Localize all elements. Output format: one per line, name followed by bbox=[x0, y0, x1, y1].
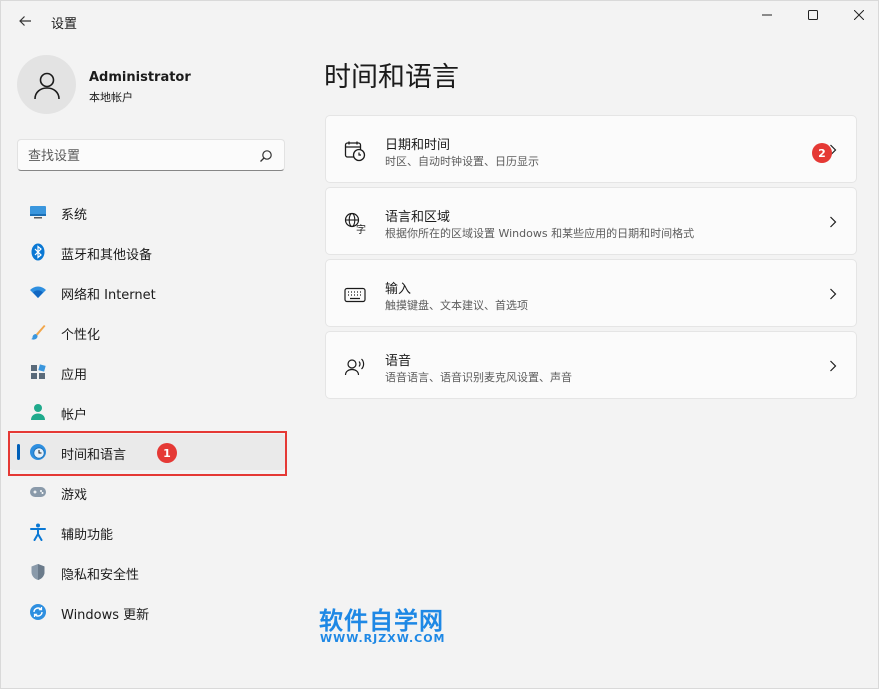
maximize-icon bbox=[808, 10, 818, 20]
annotation-badge-1: 1 bbox=[157, 443, 177, 463]
sidebar-item-label: 游戏 bbox=[61, 488, 88, 503]
brush-icon bbox=[29, 323, 47, 341]
sidebar-item-windows-update[interactable]: Windows 更新 bbox=[9, 594, 285, 630]
sidebar-item-apps[interactable]: 应用 bbox=[9, 354, 285, 390]
card-title: 日期和时间 bbox=[385, 138, 451, 153]
wifi-icon bbox=[29, 283, 47, 301]
card-title: 语言和区域 bbox=[385, 210, 451, 225]
card-description: 语音语言、语音识别麦克风设置、声音 bbox=[385, 371, 572, 384]
card-title: 输入 bbox=[385, 282, 412, 297]
card-description: 时区、自动时钟设置、日历显示 bbox=[385, 155, 539, 168]
card-description: 根据你所在的区域设置 Windows 和某些应用的日期和时间格式 bbox=[385, 227, 695, 240]
close-icon bbox=[854, 10, 864, 20]
watermark-url: WWW.RJZXW.COM bbox=[320, 632, 446, 645]
sidebar-item-accounts[interactable]: 帐户 bbox=[9, 394, 285, 430]
minimize-button[interactable] bbox=[744, 1, 790, 29]
sidebar-item-system[interactable]: 系统 bbox=[9, 194, 285, 230]
chevron-right-icon bbox=[828, 214, 838, 230]
sidebar-item-label: 蓝牙和其他设备 bbox=[61, 248, 153, 263]
maximize-button[interactable] bbox=[790, 1, 836, 29]
page-title: 时间和语言 bbox=[324, 62, 459, 93]
annotation-highlight-box bbox=[8, 431, 287, 476]
search-box[interactable] bbox=[17, 139, 285, 171]
sidebar-item-gaming[interactable]: 游戏 bbox=[9, 474, 285, 510]
speech-icon bbox=[344, 356, 366, 378]
shield-icon bbox=[29, 563, 47, 581]
card-speech[interactable]: 语音 语音语言、语音识别麦克风设置、声音 bbox=[325, 331, 857, 399]
card-typing[interactable]: 输入 触摸键盘、文本建议、首选项 bbox=[325, 259, 857, 327]
language-icon: 字 bbox=[344, 212, 366, 234]
system-icon bbox=[29, 203, 47, 221]
apps-icon bbox=[29, 363, 47, 381]
sidebar-item-bluetooth[interactable]: 蓝牙和其他设备 bbox=[9, 234, 285, 270]
calendar-clock-icon bbox=[344, 140, 366, 162]
sidebar-item-label: 网络和 Internet bbox=[61, 288, 156, 303]
sidebar-item-label: 帐户 bbox=[61, 408, 88, 423]
chevron-right-icon bbox=[828, 286, 838, 302]
sidebar-item-label: 应用 bbox=[61, 368, 88, 383]
back-button[interactable] bbox=[13, 9, 37, 33]
sidebar-item-label: 系统 bbox=[61, 208, 88, 223]
minimize-icon bbox=[762, 14, 772, 16]
avatar[interactable] bbox=[17, 55, 76, 114]
bluetooth-icon bbox=[29, 243, 47, 261]
card-description: 触摸键盘、文本建议、首选项 bbox=[385, 299, 528, 312]
sidebar-item-label: 辅助功能 bbox=[61, 528, 114, 543]
sidebar-item-label: 个性化 bbox=[61, 328, 101, 343]
sidebar-item-network[interactable]: 网络和 Internet bbox=[9, 274, 285, 310]
card-title: 语音 bbox=[385, 354, 412, 369]
keyboard-icon bbox=[344, 284, 366, 306]
accessibility-icon bbox=[29, 523, 47, 541]
gamepad-icon bbox=[29, 483, 47, 501]
sidebar-item-label: Windows 更新 bbox=[61, 608, 150, 623]
account-icon bbox=[29, 403, 47, 421]
svg-text:字: 字 bbox=[356, 223, 366, 234]
settings-window: 设置 Administrator 本地帐户 系统 bbox=[0, 0, 879, 689]
sidebar-item-personalization[interactable]: 个性化 bbox=[9, 314, 285, 350]
watermark-title: 软件自学网 bbox=[319, 607, 444, 635]
card-date-time[interactable]: 日期和时间 时区、自动时钟设置、日历显示 bbox=[325, 115, 857, 183]
window-title: 设置 bbox=[51, 17, 78, 32]
close-button[interactable] bbox=[836, 1, 879, 29]
profile-name: Administrator bbox=[89, 70, 191, 85]
search-icon[interactable] bbox=[258, 148, 274, 164]
user-icon bbox=[33, 72, 60, 99]
profile-account-type: 本地帐户 bbox=[89, 91, 133, 104]
sidebar-item-label: 隐私和安全性 bbox=[61, 568, 140, 583]
sidebar-item-accessibility[interactable]: 辅助功能 bbox=[9, 514, 285, 550]
search-input[interactable] bbox=[28, 146, 248, 166]
annotation-badge-2: 2 bbox=[812, 143, 832, 163]
back-arrow-icon bbox=[19, 16, 31, 26]
chevron-right-icon bbox=[828, 358, 838, 374]
card-language-region[interactable]: 字 语言和区域 根据你所在的区域设置 Windows 和某些应用的日期和时间格式 bbox=[325, 187, 857, 255]
update-icon bbox=[29, 603, 47, 621]
sidebar-item-privacy[interactable]: 隐私和安全性 bbox=[9, 554, 285, 590]
title-bar: 设置 bbox=[1, 1, 879, 41]
